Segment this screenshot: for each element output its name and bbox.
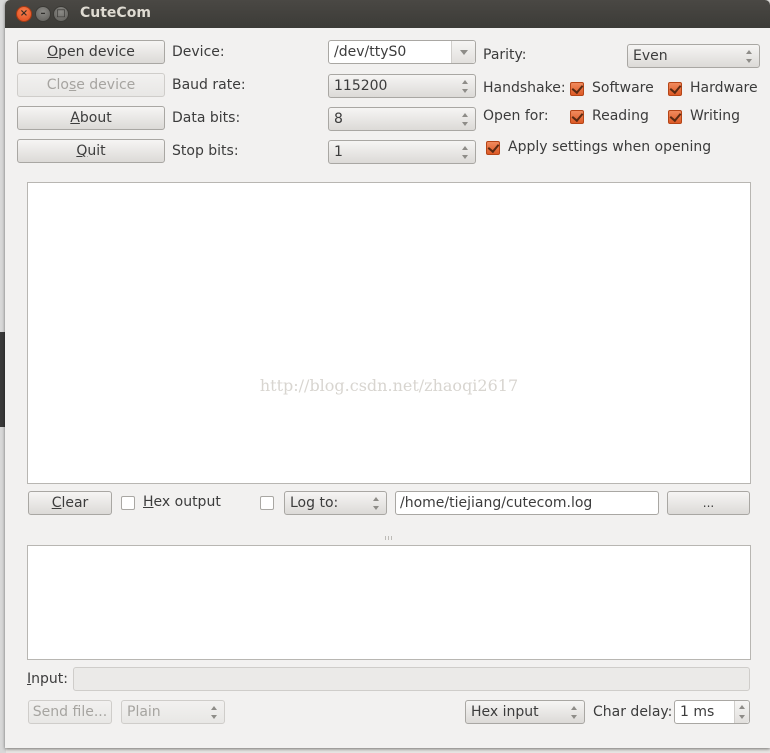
char-delay-label: Char delay:	[593, 704, 673, 720]
stop-bits-combo[interactable]: 1	[328, 140, 476, 164]
chevron-down-icon[interactable]	[451, 41, 475, 63]
baud-rate-label: Baud rate:	[172, 77, 246, 93]
label-prefix: Clo	[46, 77, 69, 93]
input-label: Input:	[27, 671, 68, 687]
minimize-icon: –	[40, 8, 46, 19]
spin-arrows-icon[interactable]	[734, 701, 749, 723]
input-field[interactable]	[73, 667, 750, 691]
handshake-hardware-checkbox[interactable]	[668, 82, 682, 96]
open-for-label: Open for:	[483, 108, 549, 124]
quit-button[interactable]: Quit	[17, 139, 165, 163]
parity-value: Even	[633, 48, 668, 64]
parity-label: Parity:	[483, 47, 527, 63]
data-bits-combo[interactable]: 8	[328, 107, 476, 131]
up-down-arrows-icon	[462, 146, 469, 159]
hex-output-checkbox[interactable]	[121, 496, 135, 510]
up-down-arrows-icon	[211, 706, 218, 719]
up-down-arrows-icon	[571, 706, 578, 719]
data-bits-label: Data bits:	[172, 110, 241, 126]
open-for-reading-label[interactable]: Reading	[592, 108, 649, 124]
clear-button[interactable]: Clear	[28, 491, 112, 515]
device-value[interactable]: /dev/ttyS0	[334, 44, 406, 60]
hex-output-label[interactable]: Hex output	[143, 494, 221, 510]
label-mnemonic: H	[143, 494, 154, 510]
output-text-area[interactable]: http://blog.csdn.net/zhaoqi2617	[27, 182, 751, 484]
title-bar[interactable]: × – □ CuteCom	[5, 0, 770, 28]
about-button[interactable]: About	[17, 106, 165, 130]
log-mode-value: Log to:	[290, 495, 339, 511]
label-mnemonic: C	[51, 495, 62, 511]
stop-bits-value: 1	[334, 144, 343, 160]
label-rest: uit	[87, 143, 106, 159]
apply-settings-checkbox[interactable]	[486, 141, 500, 155]
baud-rate-combo[interactable]: 115200	[328, 74, 476, 98]
close-icon: ×	[19, 8, 29, 19]
label-rest: bout	[79, 110, 112, 126]
up-down-arrows-icon	[462, 113, 469, 126]
up-down-arrows-icon	[373, 497, 380, 510]
open-for-writing-label[interactable]: Writing	[690, 108, 740, 124]
window-maximize-button[interactable]: □	[53, 6, 69, 22]
device-label: Device:	[172, 44, 225, 60]
open-for-reading-checkbox[interactable]	[570, 110, 584, 124]
baud-rate-value: 115200	[334, 78, 388, 94]
browse-log-button[interactable]: ...	[667, 491, 750, 515]
label-mnemonic: Q	[76, 143, 88, 159]
input-mode-combo[interactable]: Hex input	[465, 700, 585, 724]
label-rest: pen device	[58, 44, 135, 60]
parity-combo[interactable]: Even	[627, 44, 760, 68]
apply-settings-label[interactable]: Apply settings when opening	[508, 139, 711, 155]
input-history-area[interactable]	[27, 545, 751, 660]
handshake-label: Handshake:	[483, 80, 566, 96]
window-minimize-button[interactable]: –	[35, 6, 51, 22]
maximize-icon: □	[56, 8, 66, 19]
log-mode-combo[interactable]: Log to:	[284, 491, 387, 515]
char-delay-value[interactable]: 1 ms	[680, 704, 714, 720]
char-delay-spinbox[interactable]: 1 ms	[674, 700, 750, 724]
handshake-software-checkbox[interactable]	[570, 82, 584, 96]
open-device-button[interactable]: Open device	[17, 40, 165, 64]
send-mode-value: Plain	[127, 704, 161, 720]
window-title: CuteCom	[80, 5, 151, 21]
watermark-text: http://blog.csdn.net/zhaoqi2617	[259, 376, 519, 395]
stop-bits-label: Stop bits:	[172, 143, 239, 159]
log-path-input[interactable]: /home/tiejiang/cutecom.log	[395, 491, 659, 515]
window-close-button[interactable]: ×	[16, 6, 32, 22]
up-down-arrows-icon	[746, 50, 753, 63]
cutecom-window: × – □ CuteCom Open device Close device A…	[5, 0, 770, 748]
handshake-hardware-label[interactable]: Hardware	[690, 80, 758, 96]
close-device-button[interactable]: Close device	[17, 73, 165, 97]
up-down-arrows-icon	[462, 80, 469, 93]
input-mode-value: Hex input	[471, 704, 539, 720]
device-combo[interactable]: /dev/ttyS0	[328, 40, 476, 64]
label-mnemonic: A	[70, 110, 80, 126]
label-rest: lear	[61, 495, 89, 511]
label-rest: nput:	[31, 671, 68, 687]
splitter-handle[interactable]	[385, 529, 394, 540]
open-for-writing-checkbox[interactable]	[668, 110, 682, 124]
data-bits-value: 8	[334, 111, 343, 127]
send-file-button[interactable]: Send file...	[28, 700, 112, 724]
label-mnemonic: O	[47, 44, 59, 60]
label-rest: ex output	[153, 494, 221, 510]
label-rest: e device	[76, 77, 136, 93]
send-mode-combo[interactable]: Plain	[121, 700, 225, 724]
handshake-software-label[interactable]: Software	[592, 80, 654, 96]
log-enable-checkbox[interactable]	[260, 496, 274, 510]
